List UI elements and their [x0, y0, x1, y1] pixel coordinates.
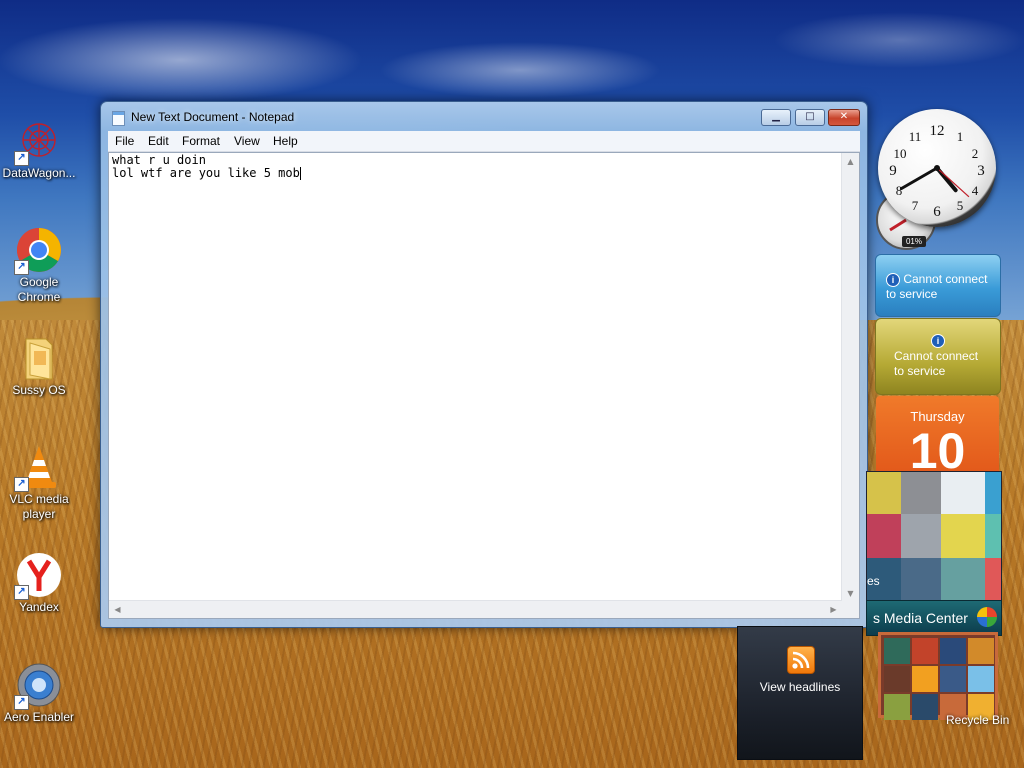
- svg-text:4: 4: [972, 183, 979, 198]
- menu-file[interactable]: File: [115, 134, 134, 148]
- info-icon: i: [886, 273, 900, 287]
- clock-second-hand: [936, 167, 970, 198]
- svg-text:2: 2: [972, 146, 979, 161]
- desktop-icon-label: Google Chrome: [17, 275, 61, 304]
- aero-enabler-icon: ↗: [14, 662, 62, 710]
- info-icon: i: [931, 334, 945, 348]
- svg-text:7: 7: [912, 198, 919, 213]
- chrome-icon: ↗: [14, 227, 62, 275]
- close-button[interactable]: ✕: [828, 109, 860, 126]
- clock-hour-hand: [935, 166, 958, 193]
- feed-headlines-gadget[interactable]: View headlines: [737, 626, 863, 760]
- desktop-icon-label: DataWagon...: [2, 166, 76, 180]
- folder-icon: [16, 335, 62, 381]
- svg-text:1: 1: [957, 129, 964, 144]
- text-editor[interactable]: what r u doin lol wtf are you like 5 mob…: [108, 152, 860, 619]
- media-center-label: s Media Center: [873, 610, 968, 626]
- maximize-icon: □: [805, 111, 815, 122]
- menu-help[interactable]: Help: [273, 134, 298, 148]
- scroll-right-icon[interactable]: ▶: [825, 601, 842, 618]
- scroll-down-icon[interactable]: ▼: [842, 585, 859, 602]
- clock-gadget[interactable]: 12 1 2 3 4 5 6 7 8 9 10 11: [878, 109, 996, 227]
- svg-text:8: 8: [896, 183, 903, 198]
- menu-view[interactable]: View: [234, 134, 260, 148]
- weather-gadget[interactable]: i Cannot connect to service: [875, 254, 1001, 317]
- desktop-icon-label: Yandex: [19, 600, 59, 614]
- rss-feed-icon: [787, 646, 815, 674]
- notepad-window[interactable]: New Text Document - Notepad ▁ □ ✕ File E…: [100, 101, 868, 628]
- desktop-icon-vlc[interactable]: ↗ VLC media player: [0, 444, 80, 522]
- slideshow-caption: es: [867, 574, 880, 588]
- svg-text:3: 3: [977, 163, 985, 179]
- svg-text:10: 10: [894, 146, 907, 161]
- calendar-day-name: Thursday: [910, 409, 965, 424]
- desktop-icon-aero-enabler[interactable]: ↗ Aero Enabler: [0, 662, 80, 725]
- desktop-icon-datawagon[interactable]: ↗ DataWagon...: [0, 118, 80, 181]
- desktop-icon-yandex[interactable]: ↗ Yandex: [0, 552, 80, 615]
- svg-text:12: 12: [930, 123, 945, 139]
- maximize-button[interactable]: □: [795, 109, 825, 126]
- svg-text:9: 9: [889, 163, 897, 179]
- close-icon: ✕: [839, 111, 849, 122]
- picture-puzzle-gadget[interactable]: [878, 632, 998, 720]
- window-title: New Text Document - Notepad: [131, 110, 295, 124]
- cpu-usage-readout: 01%: [902, 236, 926, 247]
- windows-logo-icon: [977, 607, 997, 627]
- currency-gadget[interactable]: i Cannot connect to service: [875, 318, 1001, 395]
- svg-text:5: 5: [957, 198, 964, 213]
- currency-status-text: Cannot connect to service: [894, 349, 979, 378]
- media-center-gadget[interactable]: s Media Center: [866, 600, 1002, 636]
- text-line-1: what r u doin: [112, 153, 206, 167]
- menu-bar: File Edit Format View Help: [108, 131, 860, 152]
- text-caret: [299, 167, 301, 180]
- text-line-2: lol wtf are you like 5 mob: [112, 166, 300, 180]
- clock-minute-hand: [899, 166, 939, 190]
- weather-status-text: Cannot connect to service: [886, 272, 988, 301]
- scroll-up-icon[interactable]: ▲: [842, 153, 859, 170]
- menu-format[interactable]: Format: [182, 134, 220, 148]
- desktop-icon-label: Sussy OS: [12, 383, 66, 397]
- scroll-left-icon[interactable]: ◀: [109, 601, 126, 618]
- yandex-icon: ↗: [14, 552, 62, 600]
- desktop-icon-google-chrome[interactable]: ↗ Google Chrome: [0, 227, 80, 305]
- svg-text:11: 11: [909, 129, 922, 144]
- datawagon-icon: ↗: [14, 118, 62, 166]
- minimize-button[interactable]: ▁: [761, 109, 791, 126]
- text-content[interactable]: what r u doin lol wtf are you like 5 mob: [112, 154, 842, 599]
- calendar-day-number: 10: [909, 423, 966, 476]
- title-bar[interactable]: New Text Document - Notepad ▁ □ ✕: [101, 102, 867, 131]
- horizontal-scrollbar[interactable]: ◀ ▶: [109, 600, 842, 618]
- vertical-scrollbar[interactable]: ▲ ▼: [841, 153, 859, 602]
- minimize-icon: ▁: [772, 111, 780, 122]
- view-headlines-link[interactable]: View headlines: [738, 680, 862, 694]
- desktop-icon-sussy-os[interactable]: Sussy OS: [0, 335, 80, 398]
- notepad-icon: [112, 111, 125, 126]
- desktop-icon-label: VLC media player: [9, 492, 69, 521]
- desktop-icon-label: Aero Enabler: [3, 710, 75, 724]
- slideshow-gadget[interactable]: es: [866, 471, 1002, 601]
- calendar-gadget[interactable]: Thursday 10: [876, 396, 999, 476]
- svg-text:6: 6: [933, 204, 941, 220]
- vlc-cone-icon: ↗: [14, 444, 62, 492]
- recycle-bin-label[interactable]: Recycle Bin: [946, 713, 1009, 727]
- menu-edit[interactable]: Edit: [148, 134, 169, 148]
- resize-grip[interactable]: [842, 601, 859, 618]
